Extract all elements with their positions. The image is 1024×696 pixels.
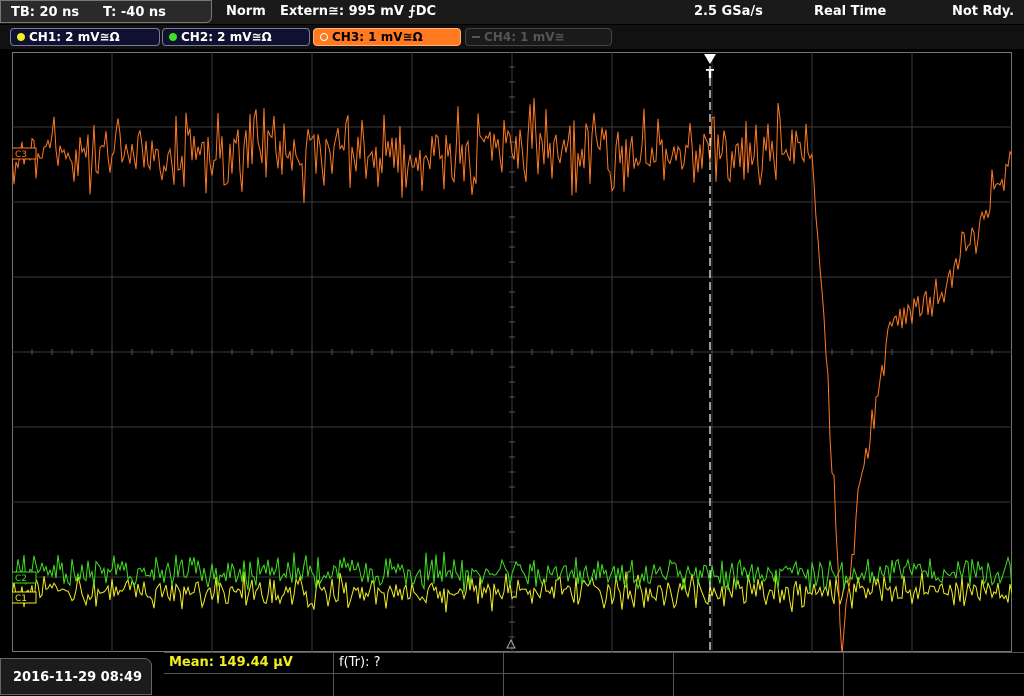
ch3-marker-label: C3 bbox=[15, 150, 27, 160]
timebase-value: TB: 20 ns bbox=[11, 5, 80, 20]
ch4-label: CH4: 1 mV≅ bbox=[484, 30, 565, 44]
ch1-button[interactable]: CH1: 2 mV≅Ω bbox=[10, 28, 160, 46]
acquisition-mode: Real Time bbox=[814, 4, 887, 19]
trigger-time-value: T: -40 ns bbox=[103, 5, 166, 20]
ch1-label: CH1: 2 mV≅Ω bbox=[29, 30, 120, 44]
ch3-offset-marker[interactable]: C3 bbox=[12, 147, 37, 160]
meas-cell-1: Mean: 149.44 µV bbox=[164, 653, 334, 674]
meas-cell-5 bbox=[844, 653, 1024, 674]
horizontal-position-icon[interactable] bbox=[506, 638, 516, 649]
waveform-svg: T C3 C2 C1 bbox=[12, 52, 1012, 652]
meas-cell-9 bbox=[674, 674, 844, 696]
sample-rate: 2.5 GSa/s bbox=[694, 4, 763, 19]
mean-measurement: Mean: 149.44 µV bbox=[169, 655, 293, 670]
datetime: 2016-11-29 08:49 bbox=[13, 670, 143, 685]
meas-cell-6 bbox=[164, 674, 334, 696]
trigger-marker-icon[interactable] bbox=[704, 54, 716, 64]
ch2-marker-label: C2 bbox=[15, 574, 27, 584]
ch3-label: CH3: 1 mV≅Ω bbox=[332, 30, 423, 44]
measurement-panel[interactable]: Mean: 149.44 µV f(Tr): ? bbox=[164, 652, 1024, 696]
ftr-measurement: f(Tr): ? bbox=[339, 655, 381, 670]
trigger-mode[interactable]: Norm bbox=[226, 5, 266, 19]
timebase-box[interactable]: TB: 20 ns T: -40 ns bbox=[0, 0, 212, 23]
meas-cell-4 bbox=[674, 653, 844, 674]
ch3-button[interactable]: CH3: 1 mV≅Ω bbox=[313, 28, 461, 46]
ch4-button[interactable]: CH4: 1 mV≅ bbox=[465, 28, 612, 46]
ch3-color-icon bbox=[320, 33, 328, 41]
ch2-offset-marker[interactable]: C2 bbox=[12, 571, 37, 584]
datetime-box: 2016-11-29 08:49 bbox=[0, 658, 152, 695]
graticule bbox=[12, 52, 1012, 652]
ch1-offset-marker[interactable]: C1 bbox=[12, 591, 37, 604]
ch1-marker-label: C1 bbox=[15, 594, 27, 604]
channel-bar: CH1: 2 mV≅Ω CH2: 2 mV≅Ω CH3: 1 mV≅Ω CH4:… bbox=[0, 25, 1024, 49]
meas-cell-3 bbox=[504, 653, 674, 674]
ch4-off-icon bbox=[472, 36, 480, 38]
meas-cell-2: f(Tr): ? bbox=[334, 653, 504, 674]
ch2-button[interactable]: CH2: 2 mV≅Ω bbox=[162, 28, 310, 46]
waveform-display[interactable]: T C3 C2 C1 bbox=[12, 52, 1012, 652]
acquisition-status: Not Rdy. bbox=[952, 4, 1015, 19]
ch2-color-icon bbox=[169, 33, 177, 41]
meas-cell-8 bbox=[504, 674, 674, 696]
status-bar: TB: 20 ns T: -40 ns Norm Extern≅: 995 mV… bbox=[0, 0, 1024, 24]
meas-cell-7 bbox=[334, 674, 504, 696]
trigger-source[interactable]: Extern≅: 995 mV ⨍DC bbox=[280, 5, 436, 19]
ch1-color-icon bbox=[17, 33, 25, 41]
ch2-label: CH2: 2 mV≅Ω bbox=[181, 30, 272, 44]
trigger-label: T bbox=[706, 67, 715, 81]
